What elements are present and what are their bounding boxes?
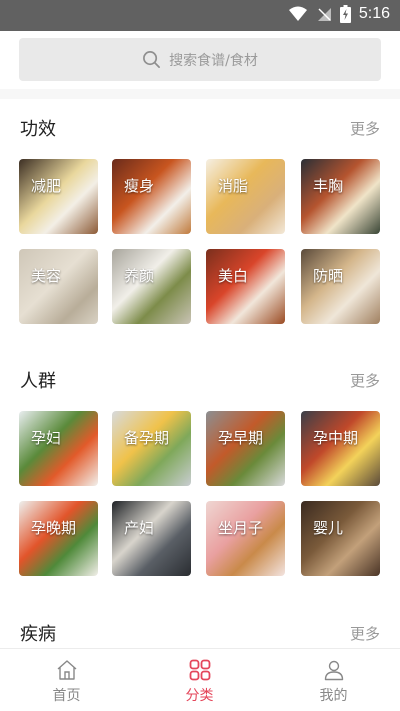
section-divider bbox=[0, 89, 400, 99]
category-tile-label: 孕晚期 bbox=[31, 519, 77, 537]
category-grid-icon bbox=[189, 659, 210, 681]
section-title-disease: 疾病 bbox=[20, 624, 56, 645]
search-input[interactable]: 搜索食谱/食材 bbox=[19, 38, 381, 81]
category-tile-label: 美容 bbox=[31, 267, 62, 285]
tab-profile-label: 我的 bbox=[319, 688, 348, 704]
category-tile[interactable]: 坐月子 bbox=[206, 501, 285, 576]
category-tile[interactable]: 瘦身 bbox=[112, 159, 191, 234]
category-tile-label: 丰胸 bbox=[313, 177, 344, 195]
category-tile[interactable]: 养颜 bbox=[112, 249, 191, 324]
category-tile[interactable]: 婴儿 bbox=[301, 501, 380, 576]
tab-category-label: 分类 bbox=[185, 688, 214, 704]
category-tile[interactable]: 孕晚期 bbox=[19, 501, 98, 576]
category-tile[interactable]: 孕中期 bbox=[301, 411, 380, 486]
tab-home[interactable]: 首页 bbox=[0, 649, 133, 711]
category-tile[interactable]: 孕早期 bbox=[206, 411, 285, 486]
more-link-people[interactable]: 更多 bbox=[350, 370, 380, 391]
category-tile-label: 婴儿 bbox=[313, 519, 344, 537]
category-tile-label: 孕妇 bbox=[31, 429, 62, 447]
category-tile-label: 养颜 bbox=[124, 267, 155, 285]
signal-off-icon bbox=[317, 8, 331, 21]
category-tile-label: 美白 bbox=[218, 267, 249, 285]
more-link-disease[interactable]: 更多 bbox=[350, 623, 380, 644]
section-title-people: 人群 bbox=[20, 371, 56, 392]
category-tile-label: 产妇 bbox=[124, 519, 155, 537]
category-tile[interactable]: 美白 bbox=[206, 249, 285, 324]
category-tile[interactable]: 消脂 bbox=[206, 159, 285, 234]
category-tile-label: 减肥 bbox=[31, 177, 62, 195]
category-tile-label: 孕早期 bbox=[218, 429, 264, 447]
more-link-efficacy[interactable]: 更多 bbox=[350, 118, 380, 139]
tab-category[interactable]: 分类 bbox=[133, 649, 266, 711]
home-icon bbox=[57, 660, 76, 680]
section-title-efficacy: 功效 bbox=[20, 119, 56, 140]
user-icon bbox=[324, 660, 343, 681]
tab-profile[interactable]: 我的 bbox=[267, 649, 400, 711]
tab-home-label: 首页 bbox=[52, 688, 81, 704]
category-tile-label: 备孕期 bbox=[124, 429, 170, 447]
category-tile[interactable]: 美容 bbox=[19, 249, 98, 324]
category-tile[interactable]: 备孕期 bbox=[112, 411, 191, 486]
category-tile-label: 消脂 bbox=[218, 177, 249, 195]
category-tile[interactable]: 防晒 bbox=[301, 249, 380, 324]
search-placeholder: 搜索食谱/食材 bbox=[169, 52, 258, 69]
category-tile[interactable]: 孕妇 bbox=[19, 411, 98, 486]
bottom-tab-bar: 首页 分类 我的 bbox=[0, 648, 400, 711]
category-tile[interactable]: 减肥 bbox=[19, 159, 98, 234]
category-tile[interactable]: 丰胸 bbox=[301, 159, 380, 234]
search-icon bbox=[143, 51, 161, 68]
status-icons: 5:16 bbox=[288, 5, 390, 23]
category-tile-label: 防晒 bbox=[313, 267, 344, 285]
category-tile-label: 瘦身 bbox=[124, 177, 155, 195]
wifi-icon bbox=[288, 6, 307, 21]
battery-charging-icon bbox=[339, 5, 351, 23]
category-tile-label: 孕中期 bbox=[313, 429, 359, 447]
category-tile-label: 坐月子 bbox=[218, 519, 264, 537]
category-tile[interactable]: 产妇 bbox=[112, 501, 191, 576]
status-time: 5:16 bbox=[358, 5, 390, 22]
search-area: 搜索食谱/食材 bbox=[0, 31, 400, 89]
status-bar: 5:16 bbox=[0, 0, 400, 31]
